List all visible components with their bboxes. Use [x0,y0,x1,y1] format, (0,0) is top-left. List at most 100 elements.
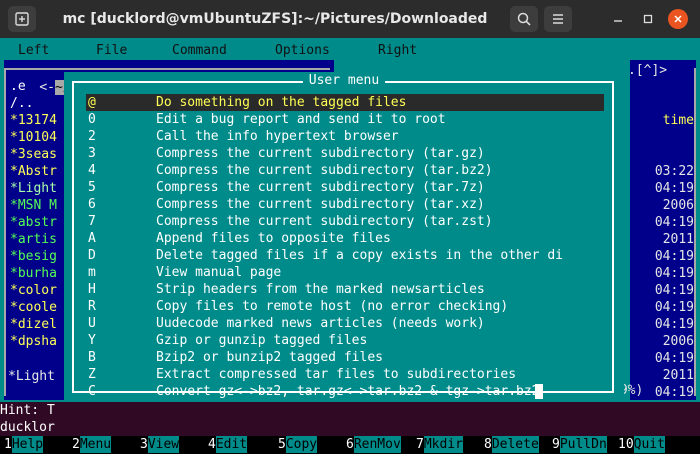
user-menu-item[interactable]: D Delete tagged files if a copy exists in… [86,247,604,264]
menu-left[interactable]: Left [18,42,49,59]
user-menu-item[interactable]: R Copy files to remote host (no error che… [86,298,604,315]
fkey-label: Mkdir [423,436,463,453]
user-menu-item-hotkey: B [88,350,96,365]
user-menu-item-label: View manual page [156,265,282,280]
fkey-number: 1 [4,437,12,452]
fkey-number: 8 [484,437,492,452]
file-time: 04:19 [654,283,694,298]
user-menu-item[interactable]: 6 Compress the current subdirectory (tar.… [86,196,604,213]
minimize-icon [614,20,622,22]
minimize-button[interactable] [608,9,628,29]
fkey-menu[interactable]: 2Menu [72,436,112,454]
user-menu-item[interactable]: m View manual page [86,264,604,281]
user-menu-item[interactable]: 0 Edit a bug report and send it to root [86,111,604,128]
hamburger-menu-button[interactable] [544,6,572,32]
user-menu-item-label: Gzip or gunzip tagged files [156,333,368,348]
window-title: mc [ducklord@vmUbuntuZFS]:~/Pictures/Dow… [62,11,488,27]
user-menu-item[interactable]: B Bzip2 or bunzip2 tagged files [86,349,604,366]
user-menu-item[interactable]: A Append files to opposite files [86,230,604,247]
user-menu-item[interactable]: 7 Compress the current subdirectory (tar.… [86,213,604,230]
user-menu-list: @ Do something on the tagged files 0 Edit a… [86,94,604,400]
fkey-label: Copy [285,436,318,453]
user-menu-item-hotkey: 0 [88,112,96,127]
user-menu-item-hotkey: 6 [88,197,96,212]
menu-options[interactable]: Options [275,42,330,59]
user-menu-item-hotkey: m [88,265,96,280]
fkey-number: 3 [140,437,148,452]
user-menu-item[interactable]: 4 Compress the current subdirectory (tar.… [86,162,604,179]
file-time: 04:19 [654,385,694,400]
menu-file[interactable]: File [96,42,127,59]
fkey-edit[interactable]: 4Edit [208,436,248,454]
file-time: 04:19 [654,317,694,332]
file-time: 04:19 [654,249,694,264]
file-time: 2011 [662,232,694,247]
right-panel-time-column: time 03:22 04:19 2006 04:19 2011 04:19 04:19 04… [636,78,694,435]
user-menu-dialog: User menu @ Do something on the tagged fi… [64,72,624,402]
search-icon [517,12,531,26]
menu-command[interactable]: Command [172,42,227,59]
file-time: 04:19 [654,215,694,230]
right-panel-corner[interactable]: .[^]> [628,62,667,79]
fkey-label: PullDn [559,436,607,453]
file-time: 04:19 [654,181,694,196]
close-button[interactable] [668,9,688,29]
file-time: 2006 [662,198,694,213]
command-line[interactable]: ducklor [0,419,700,436]
close-icon [674,15,682,23]
user-menu-item-label: Copy files to remote host (no error chec… [156,299,509,314]
user-menu-item-label: Compress the current subdirectory (tar.g… [156,146,485,161]
right-panel-header-time: time [662,113,694,128]
user-menu-title-bar: User menu [64,72,624,89]
user-menu-item-label: Append files to opposite files [156,231,391,246]
fkey-label: Quit [633,436,665,453]
mc-menubar: Left File Command Options Right [0,42,700,59]
user-menu-item-hotkey: 2 [88,129,96,144]
user-menu-item[interactable]: H Strip headers from the marked newsartic… [86,281,604,298]
user-menu-item[interactable]: Z Extract compressed tar files to subdire… [86,366,604,383]
user-menu-item[interactable]: C Convert gz<->bz2, tar.gz<->tar.bz2 & tg… [86,383,604,400]
user-menu-item[interactable]: @ Do something on the tagged files [86,94,604,111]
fkey-mkdir[interactable]: 7Mkdir [416,436,463,454]
hamburger-icon [553,14,563,24]
user-menu-item[interactable]: Y Gzip or gunzip tagged files [86,332,604,349]
user-menu-item[interactable]: 3 Compress the current subdirectory (tar.… [86,145,604,162]
search-button[interactable] [510,6,538,32]
new-tab-icon [15,12,29,26]
menu-right[interactable]: Right [378,42,417,59]
terminal[interactable]: Left File Command Options Right <-~/P .e… [0,38,700,454]
user-menu-title: User menu [302,73,386,88]
user-menu-item-hotkey: Z [88,367,96,382]
user-menu-item-hotkey: U [88,316,96,331]
user-menu-item[interactable]: 2 Call the info hypertext browser [86,128,604,145]
fkey-copy[interactable]: 5Copy [278,436,318,454]
text-cursor [535,384,543,399]
right-panel-border-right [694,68,696,396]
user-menu-item-label: Bzip2 or bunzip2 tagged files [156,350,383,365]
user-menu-item[interactable]: U Uudecode marked news articles (needs wo… [86,315,604,332]
user-menu-item-hotkey: C [88,384,96,399]
user-menu-item-label: Compress the current subdirectory (tar.z… [156,214,493,229]
fkey-renmov[interactable]: 6RenMov [346,436,401,454]
user-menu-item-hotkey: A [88,231,96,246]
function-key-bar: 1Help 2Menu 3View 4Edit 5Copy 6RenMov 7Mkdir 8D… [0,436,700,454]
fkey-number: 2 [72,437,80,452]
maximize-button[interactable] [638,9,658,29]
user-menu-item-label: Extract compressed tar files to subdirec… [156,367,517,382]
user-menu-item[interactable]: 5 Compress the current subdirectory (tar.… [86,179,604,196]
fkey-number: 4 [208,437,216,452]
user-menu-item-label: Strip headers from the marked newsarticl… [156,282,485,297]
file-time: 2006 [662,334,694,349]
user-menu-item-label: Compress the current subdirectory (tar.x… [156,197,485,212]
new-tab-button[interactable] [8,6,36,32]
fkey-pulldn[interactable]: 9PullDn [552,436,607,454]
fkey-view[interactable]: 3View [140,436,180,454]
fkey-delete[interactable]: 8Delete [484,436,539,454]
file-time: 04:19 [654,266,694,281]
user-menu-item-hotkey: D [88,248,96,263]
fkey-quit[interactable]: 10Quit [618,436,665,454]
fkey-help[interactable]: 1Help [4,436,44,454]
file-time: 2011 [662,368,694,383]
user-menu-item-label: Do something on the tagged files [156,95,407,110]
fkey-number: 9 [552,437,560,452]
